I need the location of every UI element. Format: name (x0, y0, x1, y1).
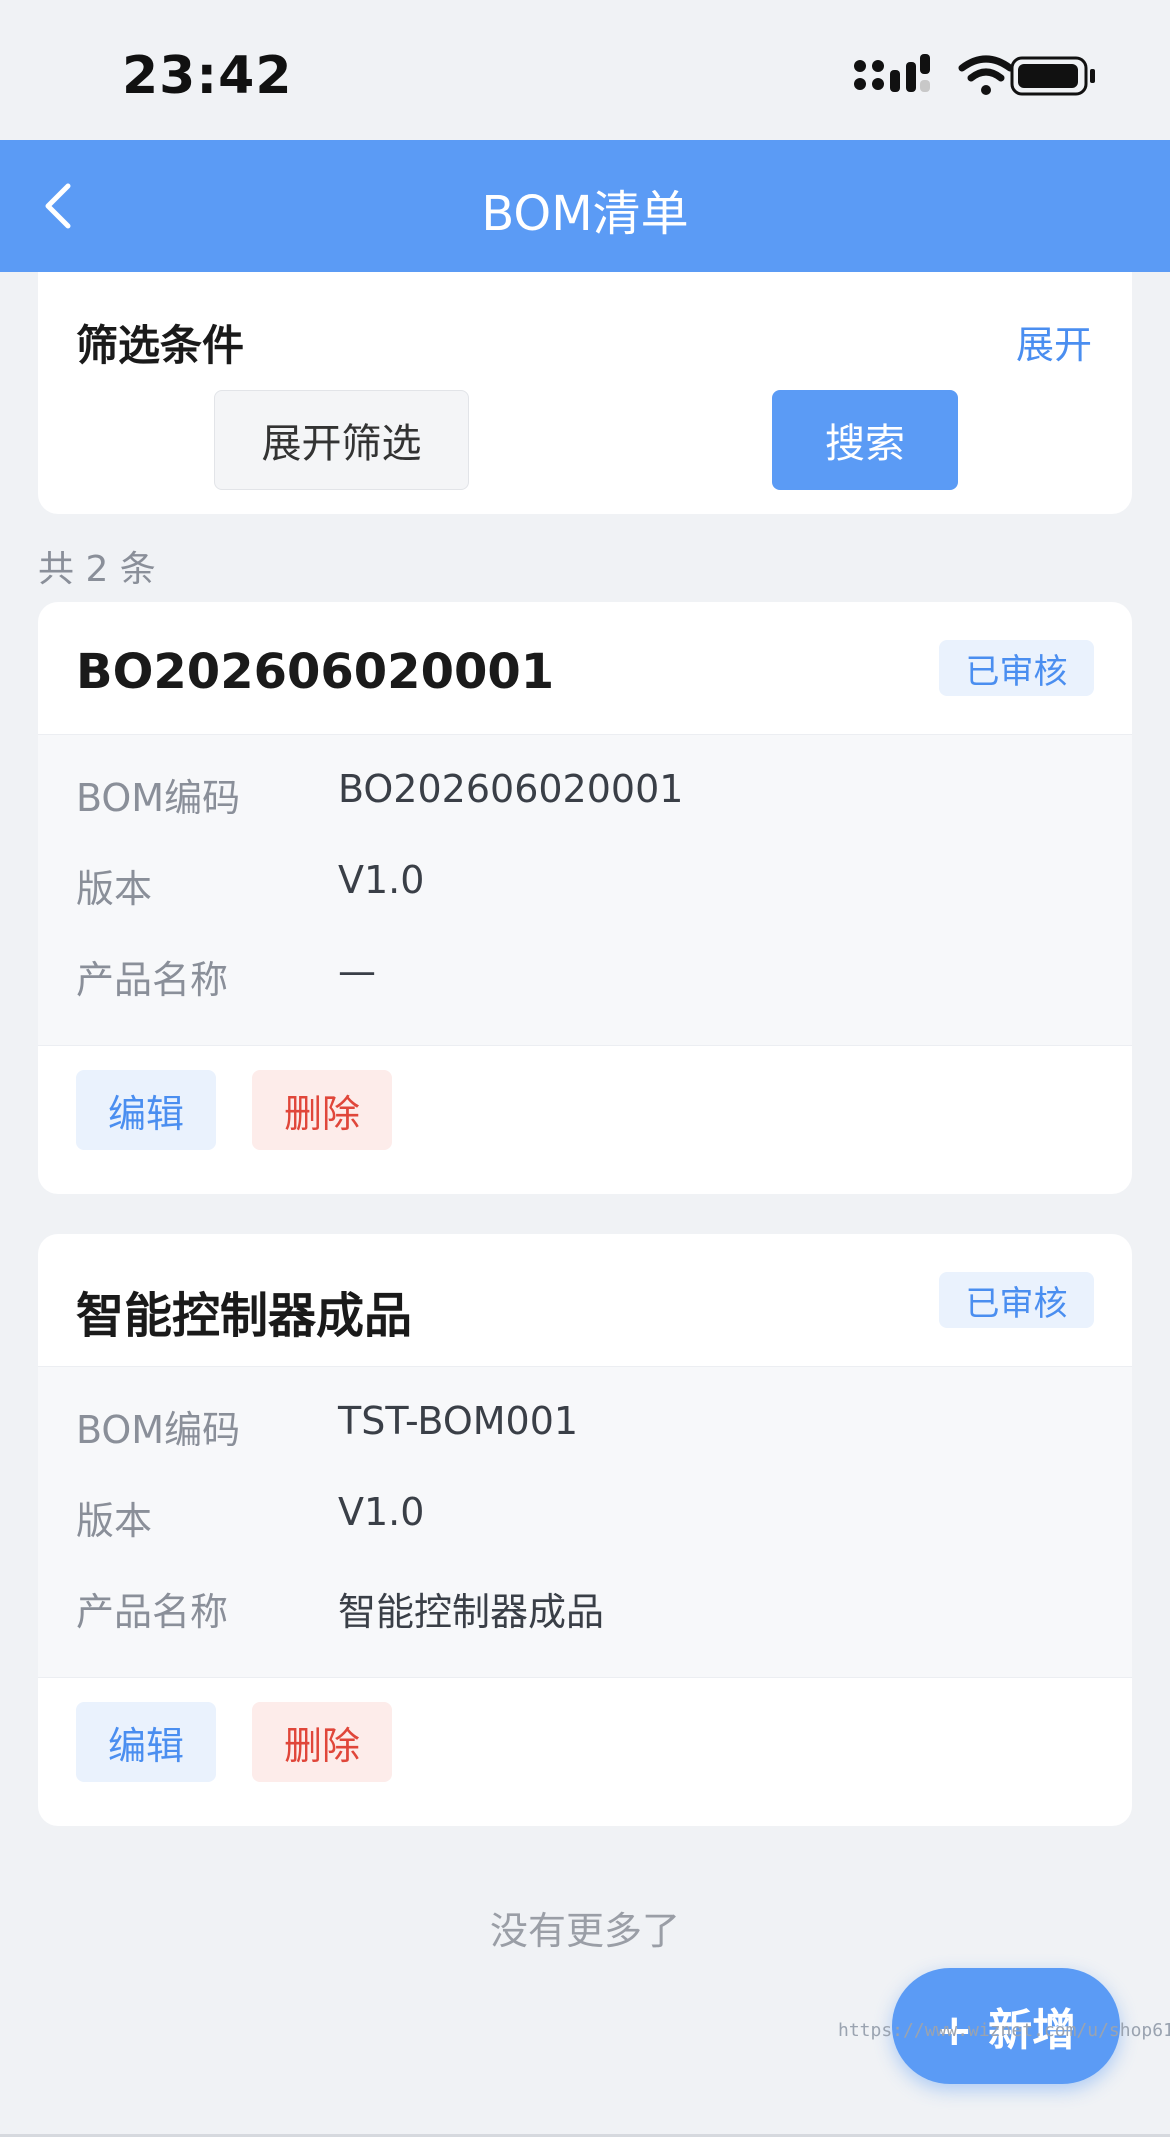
field-label: 版本 (76, 867, 153, 911)
field-row-bom-code: BOM编码 TST-BOM001 (76, 1399, 1076, 1452)
status-badge: 已审核 (939, 640, 1094, 696)
wifi-icon (958, 55, 1014, 95)
card-body: BOM编码 TST-BOM001 版本 V1.0 产品名称 智能控制器成品 (38, 1366, 1132, 1678)
record-card[interactable]: 智能控制器成品 已审核 BOM编码 TST-BOM001 版本 V1.0 产品名… (38, 1234, 1132, 1826)
field-label: 版本 (76, 1499, 153, 1543)
status-time: 23:42 (122, 46, 293, 106)
field-value: — (338, 949, 376, 993)
status-icons (850, 52, 1100, 100)
field-row-product-name: 产品名称 — (76, 949, 1076, 1002)
edit-button[interactable]: 编辑 (76, 1702, 216, 1782)
battery-icon (1010, 56, 1095, 96)
result-count: 共 2 条 (38, 549, 156, 590)
no-more-text: 没有更多了 (489, 1909, 680, 1953)
delete-button[interactable]: 删除 (252, 1070, 392, 1150)
card-title: BO202606020001 (76, 644, 555, 700)
field-label: BOM编码 (76, 1408, 241, 1452)
edit-button[interactable]: 编辑 (76, 1070, 216, 1150)
field-value: V1.0 (338, 858, 425, 902)
status-badge: 已审核 (939, 1272, 1094, 1328)
card-header: 智能控制器成品 已审核 (38, 1234, 1132, 1366)
field-label: BOM编码 (76, 776, 241, 820)
page-title: BOM清单 (481, 186, 689, 242)
field-row-version: 版本 V1.0 (76, 1490, 1076, 1543)
watermark: https://www.wiznet.com/u/shop61037 (838, 2020, 1170, 2041)
nav-bar: BOM清单 (0, 140, 1170, 272)
page: 23:42 BOM清单 筛选条件 展开 展开筛选 搜索 共 2 条 BO2026… (0, 0, 1170, 2137)
cellular-signal-icon (854, 54, 930, 92)
filter-title: 筛选条件 (76, 321, 245, 370)
field-label: 产品名称 (76, 1590, 229, 1634)
filter-expand-link[interactable]: 展开 (1016, 314, 1092, 369)
field-row-bom-code: BOM编码 BO202606020001 (76, 767, 1076, 820)
field-label: 产品名称 (76, 958, 229, 1002)
status-icon-group (854, 54, 1095, 96)
field-row-product-name: 产品名称 智能控制器成品 (76, 1581, 1076, 1634)
card-actions: 编辑 删除 (38, 1678, 1132, 1826)
record-card[interactable]: BO202606020001 已审核 BOM编码 BO202606020001 … (38, 602, 1132, 1194)
expand-filter-button[interactable]: 展开筛选 (214, 390, 469, 490)
card-title: 智能控制器成品 (76, 1288, 413, 1344)
search-button[interactable]: 搜索 (772, 390, 958, 490)
field-row-version: 版本 V1.0 (76, 858, 1076, 911)
delete-button[interactable]: 删除 (252, 1702, 392, 1782)
card-actions: 编辑 删除 (38, 1046, 1132, 1194)
field-value: TST-BOM001 (338, 1399, 579, 1443)
status-bar: 23:42 (0, 0, 1170, 140)
field-value: BO202606020001 (338, 767, 684, 811)
card-body: BOM编码 BO202606020001 版本 V1.0 产品名称 — (38, 734, 1132, 1046)
filter-card: 筛选条件 展开 展开筛选 搜索 (38, 272, 1132, 514)
card-header: BO202606020001 已审核 (38, 602, 1132, 734)
field-value: V1.0 (338, 1490, 425, 1534)
field-value: 智能控制器成品 (338, 1590, 605, 1634)
